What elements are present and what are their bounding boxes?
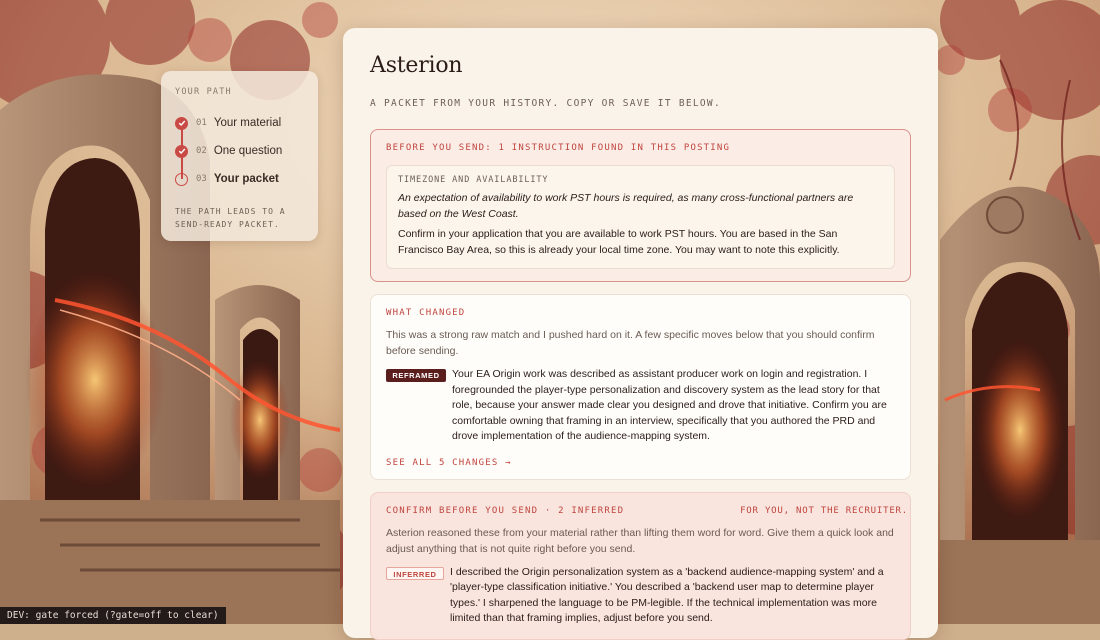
see-all-changes-link[interactable]: SEE ALL 5 CHANGES → <box>386 458 895 468</box>
path-step-number: 02 <box>196 146 207 156</box>
dev-gate-banner: DEV: gate forced (?gate=off to clear) <box>0 607 226 624</box>
path-step-2[interactable]: 02 One question <box>175 137 304 165</box>
confirm-header: CONFIRM BEFORE YOU SEND · 2 INFERRED FOR… <box>386 505 907 516</box>
path-step-label: Your packet <box>213 173 279 185</box>
path-step-label: Your material <box>213 117 282 129</box>
confirm-description: Asterion reasoned these from your materi… <box>386 526 894 555</box>
instruction-item-label: TIMEZONE AND AVAILABILITY <box>398 175 549 185</box>
packet-card: Asterion A PACKET FROM YOUR HISTORY. COP… <box>343 28 938 640</box>
inferred-entry: INFERRED I described the Origin personal… <box>386 565 895 627</box>
reframed-badge: REFRAMED <box>386 369 446 382</box>
instruction-body: Confirm in your application that you are… <box>398 228 840 256</box>
confirm-audience-note: FOR YOU, NOT THE RECRUITER. <box>740 505 908 516</box>
path-step-1[interactable]: 01 Your material <box>175 109 304 137</box>
change-entry: REFRAMED Your EA Origin work was describ… <box>386 367 895 445</box>
what-changed-box: WHAT CHANGED This was a strong raw match… <box>370 294 911 480</box>
check-icon <box>175 144 188 158</box>
instruction-label: BEFORE YOU SEND: 1 INSTRUCTION FOUND IN … <box>386 143 731 153</box>
instruction-box: BEFORE YOU SEND: 1 INSTRUCTION FOUND IN … <box>370 129 911 282</box>
check-icon <box>175 116 188 130</box>
path-step-number: 03 <box>196 174 207 184</box>
current-step-icon <box>175 172 188 186</box>
inferred-entry-text: I described the Origin personalization s… <box>450 565 884 625</box>
instruction-item: TIMEZONE AND AVAILABILITY An expectation… <box>386 165 895 269</box>
path-step-3[interactable]: 03 Your packet <box>175 165 304 193</box>
confirm-label: CONFIRM BEFORE YOU SEND · 2 INFERRED <box>386 505 625 516</box>
inferred-badge: INFERRED <box>386 566 444 580</box>
change-entry-text: Your EA Origin work was described as ass… <box>452 368 887 442</box>
path-step-number: 01 <box>196 118 207 128</box>
page-title: Asterion <box>370 53 463 78</box>
path-steps: 01 Your material 02 One question 03 Your… <box>175 109 304 193</box>
instruction-quote: An expectation of availability to work P… <box>398 192 854 220</box>
path-step-label: One question <box>213 145 283 157</box>
confirm-box: CONFIRM BEFORE YOU SEND · 2 INFERRED FOR… <box>370 491 911 640</box>
path-heading: YOUR PATH <box>175 87 232 97</box>
what-changed-description: This was a strong raw match and I pushed… <box>386 329 875 357</box>
page-subtitle: A PACKET FROM YOUR HISTORY. COPY OR SAVE… <box>370 98 721 109</box>
path-footer: THE PATH LEADS TO A SEND-READY PACKET. <box>175 207 286 229</box>
what-changed-label: WHAT CHANGED <box>386 308 466 318</box>
path-panel: YOUR PATH 01 Your material 02 One questi… <box>161 71 318 241</box>
